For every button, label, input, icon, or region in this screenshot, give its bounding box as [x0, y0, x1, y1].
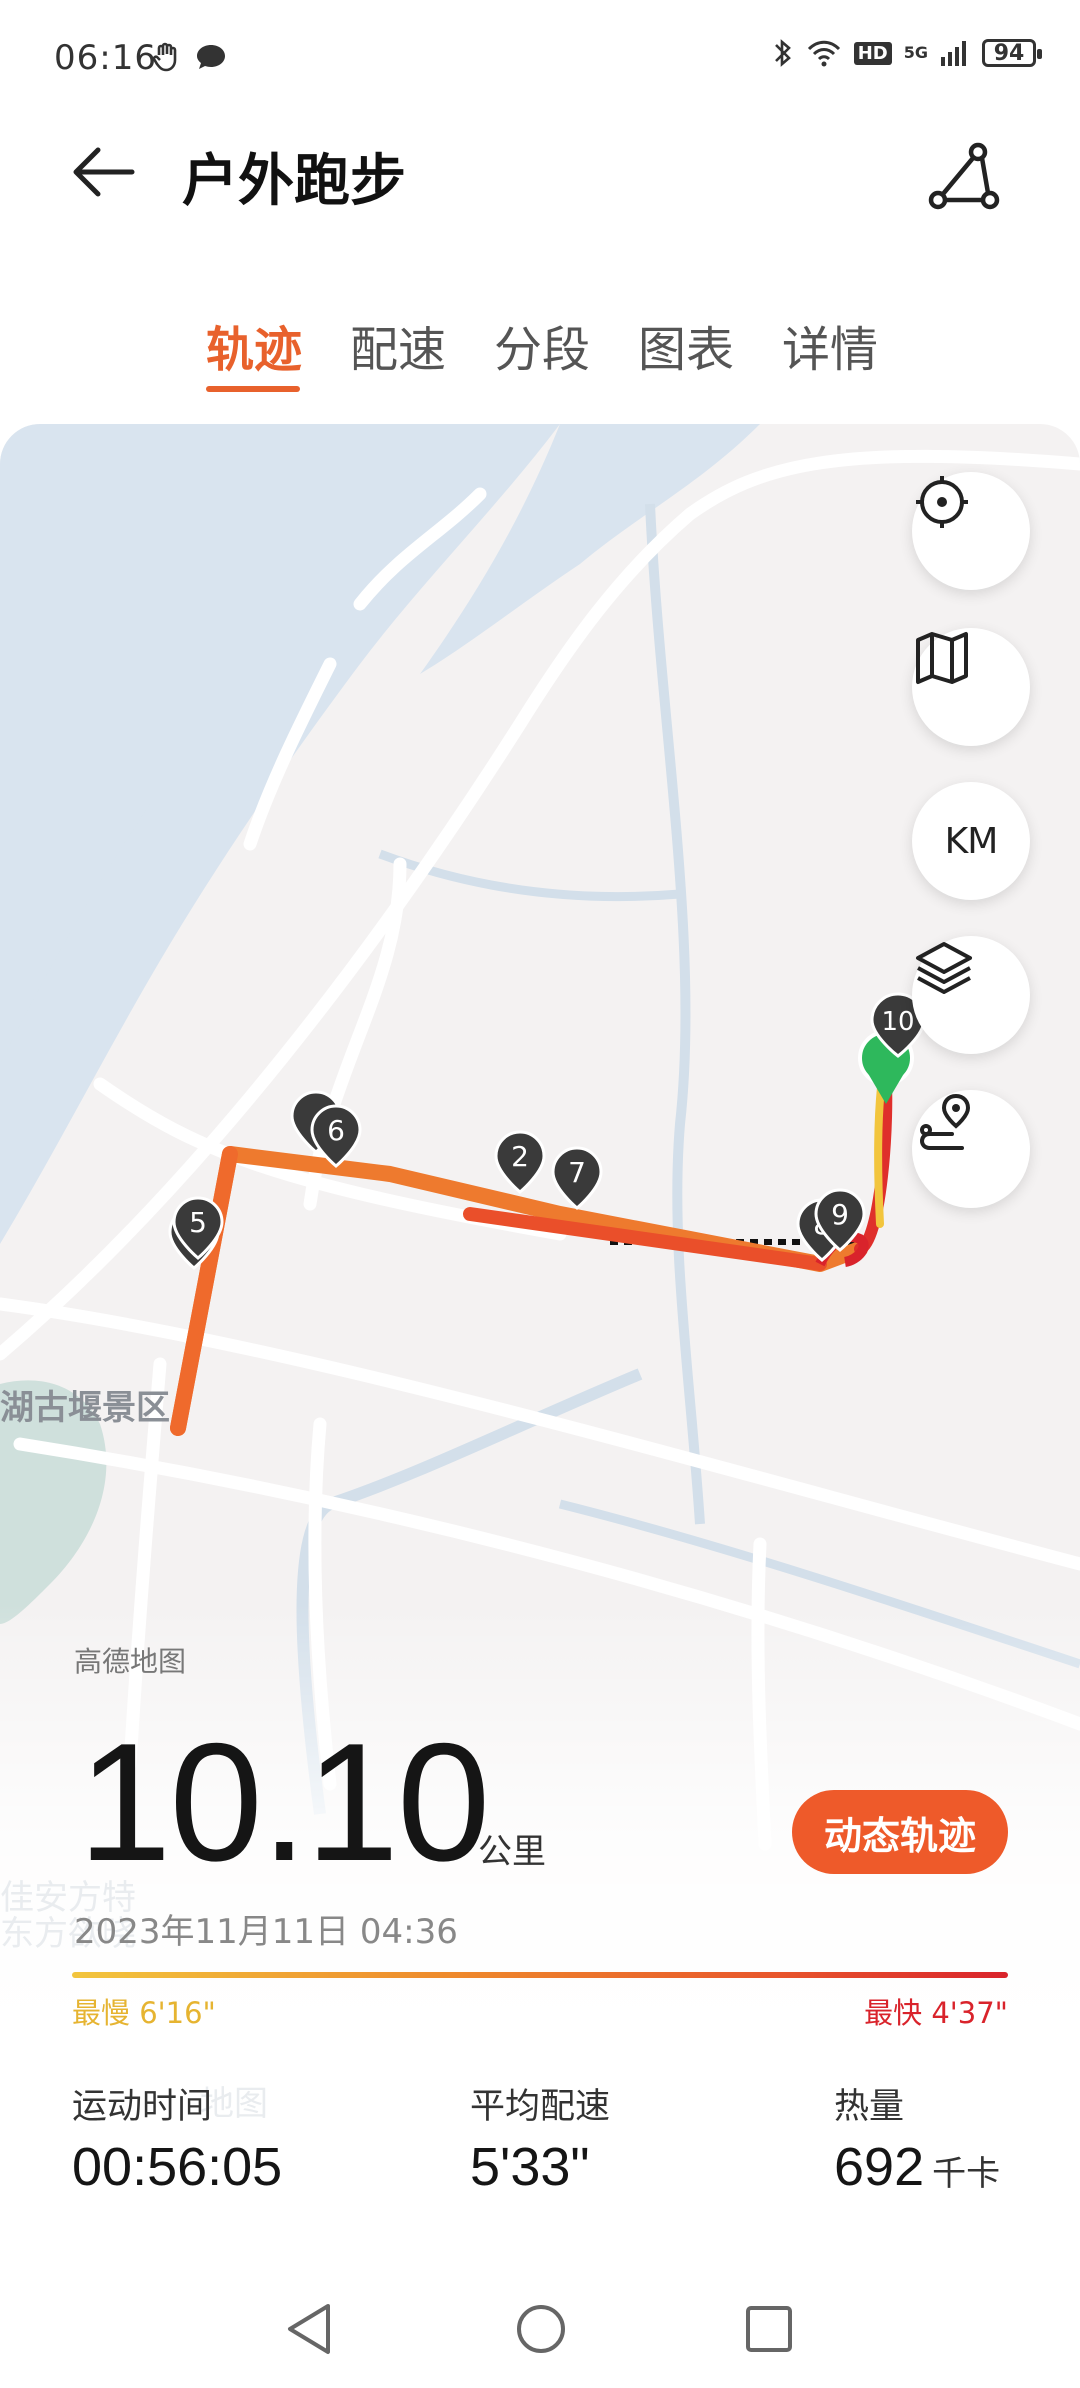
layers-button[interactable]: [912, 936, 1030, 1054]
tab-segments[interactable]: 分段: [494, 310, 590, 380]
network-type: 5G: [903, 43, 928, 62]
battery-indicator: 94: [982, 39, 1042, 67]
km-marker-2-label: 2: [511, 1140, 529, 1173]
status-right: HD 5G 94: [772, 36, 1042, 70]
workout-datetime: 2023年11月11日 04:36: [74, 1912, 458, 1952]
km-toggle-button[interactable]: KM: [912, 782, 1030, 900]
fastest-pace: 最快 4'37": [864, 1996, 1008, 2030]
calories-unit: 千卡: [932, 2154, 1001, 2194]
nav-recents-icon[interactable]: [742, 2300, 796, 2358]
map-type-button[interactable]: [912, 628, 1030, 746]
back-arrow-icon[interactable]: [62, 132, 142, 212]
wifi-icon: [807, 40, 840, 67]
nav-home-icon[interactable]: [514, 2300, 568, 2358]
calories-label: 热量: [834, 2087, 905, 2127]
slowest-pace: 最慢 6'16": [72, 1996, 216, 2030]
km-marker-7[interactable]: 7: [551, 1146, 603, 1210]
locate-icon: [916, 476, 968, 528]
share-route-icon[interactable]: [926, 138, 1006, 218]
tab-track[interactable]: 轨迹: [206, 310, 302, 380]
page-title: 户外跑步: [182, 149, 406, 214]
locate-button[interactable]: [912, 472, 1030, 590]
km-marker-5-label: 5: [189, 1206, 207, 1239]
route-icon: [919, 1093, 971, 1150]
place-label-scenic: 湖古堰景区: [0, 1388, 170, 1428]
status-left-icons: [150, 40, 228, 74]
duration-label: 运动时间: [72, 2087, 213, 2127]
signal-icon: [941, 41, 966, 66]
calories-row: 692 千卡: [834, 2136, 1000, 2198]
tab-active-indicator: [206, 386, 300, 392]
nav-back-icon[interactable]: [282, 2300, 336, 2358]
distance-value: 10.10: [78, 1708, 490, 1896]
bluetooth-icon: [774, 39, 791, 67]
km-toggle-label: KM: [944, 820, 999, 862]
km-marker-10-label: 10: [881, 1007, 914, 1037]
calories-value: 692: [834, 2137, 925, 2197]
dynamic-track-button[interactable]: 动态轨迹: [792, 1790, 1008, 1874]
status-time: 06:16: [54, 38, 157, 78]
message-icon: [197, 45, 225, 69]
avg-pace-value: 5'33": [470, 2137, 590, 2197]
tab-details[interactable]: 详情: [782, 310, 878, 380]
map-attribution: 高德地图: [74, 1645, 187, 1678]
hd-badge: HD: [853, 41, 892, 65]
km-marker-2[interactable]: 2: [494, 1130, 546, 1194]
pace-gradient-bar: [72, 1972, 1008, 1978]
distance-unit: 公里: [478, 1832, 546, 1872]
route-replay-button[interactable]: [912, 1090, 1030, 1208]
km-marker-6-label: 6: [327, 1114, 345, 1147]
avg-pace-label: 平均配速: [470, 2087, 611, 2127]
km-marker-7-label: 7: [568, 1156, 586, 1189]
map-icon: [916, 632, 968, 684]
duration-value: 00:56:05: [72, 2137, 283, 2197]
hand-icon: [152, 42, 177, 72]
tab-charts[interactable]: 图表: [638, 310, 734, 380]
tab-pace[interactable]: 配速: [350, 310, 446, 380]
km-marker-9-label: 9: [831, 1198, 849, 1231]
layers-icon: [916, 942, 972, 994]
tab-bar: 轨迹 配速 分段 图表 详情: [0, 310, 1080, 400]
